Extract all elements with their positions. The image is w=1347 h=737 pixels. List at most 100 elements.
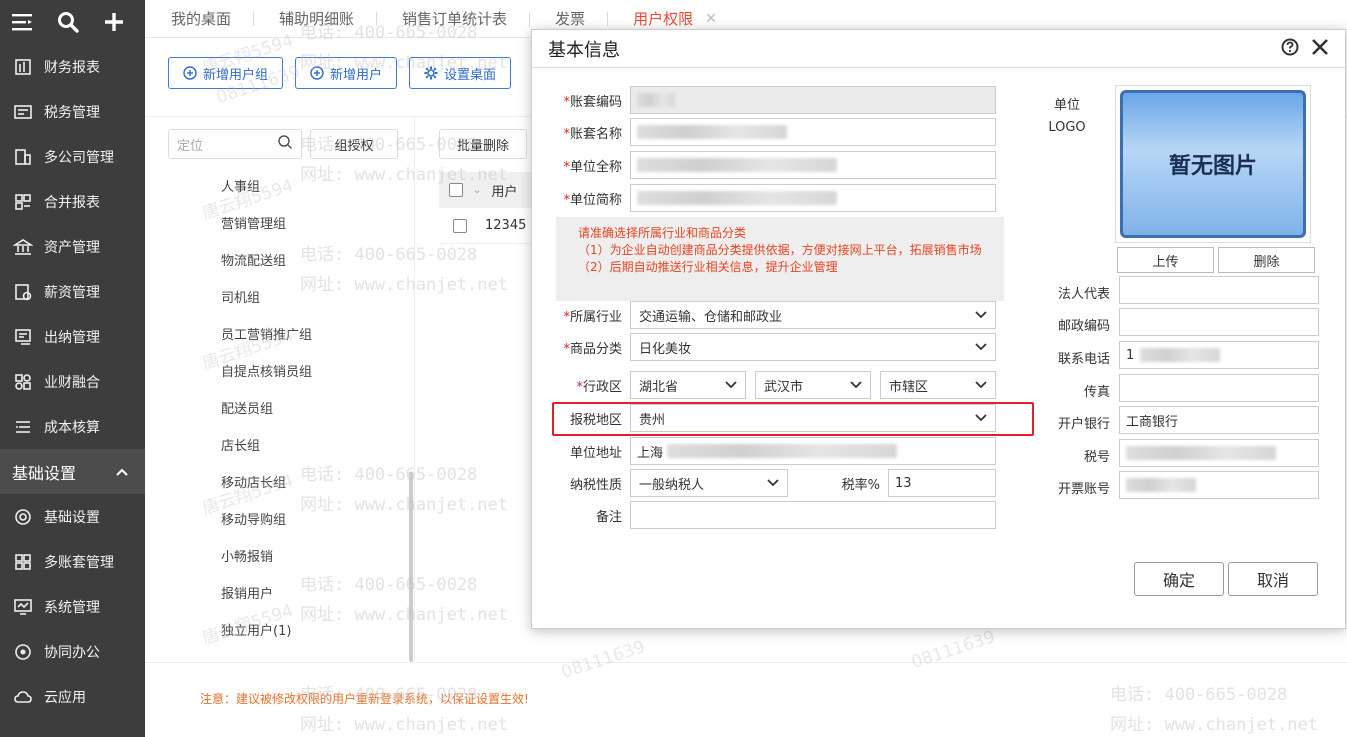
- sidebar: 财务报表 税务管理 多公司管理 合并报表资产管理薪资管理出纳管理业财融合 成本核算 基础…: [0, 0, 145, 737]
- group-list-item[interactable]: 员工营销推广组: [221, 315, 312, 352]
- postal-code-input[interactable]: [1119, 308, 1319, 336]
- tab-desktop[interactable]: 我的桌面: [145, 0, 253, 38]
- gear-icon: [424, 66, 438, 80]
- scrollbar[interactable]: [409, 472, 413, 662]
- province-select[interactable]: 湖北省: [630, 371, 746, 399]
- chevron-up-icon: [115, 462, 129, 481]
- monitor-icon: [12, 596, 34, 618]
- group-list-item[interactable]: 物流配送组: [221, 241, 312, 278]
- group-list-item[interactable]: 独立用户(1): [221, 611, 312, 648]
- tax-region-select[interactable]: 贵州: [630, 404, 996, 432]
- fusion-icon: [12, 371, 34, 393]
- sidebar-item[interactable]: 资产管理: [0, 224, 145, 269]
- address-input[interactable]: 上海: [630, 437, 996, 465]
- search-icon[interactable]: [56, 10, 80, 34]
- row-checkbox[interactable]: [453, 218, 467, 233]
- sidebar-item[interactable]: 云应用: [0, 674, 145, 719]
- category-select[interactable]: 日化美妆: [630, 333, 996, 361]
- district-select[interactable]: 市辖区: [880, 371, 996, 399]
- remark-input[interactable]: [630, 501, 996, 529]
- confirm-button[interactable]: 确定: [1134, 562, 1224, 596]
- group-auth-button[interactable]: 组授权: [310, 129, 398, 159]
- group-list-item[interactable]: 小畅报销: [221, 537, 312, 574]
- plus-icon[interactable]: [102, 10, 126, 34]
- search-icon[interactable]: [277, 134, 293, 154]
- tab-aux-ledger[interactable]: 辅助明细账: [253, 0, 376, 38]
- company-short-name-input[interactable]: [630, 184, 996, 212]
- sidebar-item[interactable]: 业财融合: [0, 359, 145, 404]
- select-all-checkbox[interactable]: [449, 183, 463, 197]
- delete-logo-button[interactable]: 删除: [1218, 247, 1315, 273]
- sidebar-item-label: 多账套管理: [44, 554, 114, 571]
- sidebar-menu: 财务报表 税务管理 多公司管理 合并报表资产管理薪资管理出纳管理业财融合 成本核算: [0, 44, 145, 449]
- city-select[interactable]: 武汉市: [755, 371, 871, 399]
- hint-line: （1）为企业自动创建商品分类提供依据，方便对接网上平台，拓展销售市场: [578, 243, 982, 257]
- sidebar-item[interactable]: 薪资管理: [0, 269, 145, 314]
- user-group-panel: 定位 组授权 人事组 营销管理组 物流配送组 司机组 员工营销推广组 自提点核销员组 配送员…: [145, 116, 415, 662]
- sidebar-item[interactable]: 协同办公: [0, 629, 145, 674]
- legal-rep-input[interactable]: [1119, 276, 1319, 304]
- cashier-icon: [12, 326, 34, 348]
- cloud-icon: [12, 686, 34, 708]
- sidebar-item[interactable]: 成本核算: [0, 404, 145, 449]
- chevron-down-icon[interactable]: ⌄: [473, 185, 481, 196]
- column-header-user: 用户: [491, 184, 518, 200]
- bank-input[interactable]: 工商银行: [1119, 406, 1319, 434]
- sidebar-item[interactable]: 财务报表: [0, 44, 145, 89]
- field-label: *商品分类: [563, 341, 622, 357]
- invoice-account-input[interactable]: [1119, 471, 1319, 499]
- tax-number-label: 税号: [1083, 450, 1110, 465]
- sidebar-item-label: 资产管理: [44, 239, 100, 256]
- sidebar-section-basic[interactable]: 基础设置: [0, 449, 145, 494]
- sidebar-item[interactable]: 多公司管理: [0, 134, 145, 179]
- add-user-group-button[interactable]: 新增用户组: [168, 57, 284, 89]
- group-list-item[interactable]: 司机组: [221, 278, 312, 315]
- group-list-item[interactable]: 移动店长组: [221, 463, 312, 500]
- group-list-item[interactable]: 报销用户: [221, 574, 312, 611]
- chevron-down-icon: [975, 378, 987, 393]
- sidebar-item-label: 出纳管理: [44, 329, 100, 346]
- phone-input[interactable]: 1: [1119, 341, 1319, 369]
- watermark-site: 网址: www.chanjet.net: [300, 715, 508, 735]
- account-code-input[interactable]: [630, 86, 996, 114]
- input-value: 1: [1126, 347, 1135, 363]
- tax-rate-label: 税率%: [841, 477, 880, 493]
- account-name-input[interactable]: [630, 118, 996, 146]
- tax-number-input[interactable]: [1119, 439, 1319, 467]
- tab-label: 辅助明细账: [279, 10, 355, 28]
- group-list-item[interactable]: 移动导购组: [221, 500, 312, 537]
- tax-rate-input[interactable]: 13: [888, 469, 996, 497]
- help-icon[interactable]: [1281, 38, 1299, 60]
- basic-info-dialog: 基本信息 *账套编码 *账套名称 *单位全称 *单位简称 请准确选择所属行业和商…: [531, 29, 1346, 629]
- dialog-header: 基本信息: [532, 30, 1345, 68]
- logo-label-logo: LOGO: [1048, 120, 1086, 135]
- set-desktop-button[interactable]: 设置桌面: [409, 57, 512, 89]
- field-account-code: *账套编码: [562, 86, 996, 114]
- group-list-item[interactable]: 自提点核销员组: [221, 352, 312, 389]
- batch-delete-button[interactable]: 批量删除: [439, 129, 527, 159]
- taxpayer-type-select[interactable]: 一般纳税人: [630, 469, 788, 497]
- dialog-header-icons: [1281, 38, 1329, 60]
- close-icon[interactable]: ✕: [705, 11, 717, 27]
- settings-icon: [12, 506, 34, 528]
- industry-select[interactable]: 交通运输、仓储和邮政业: [630, 301, 996, 329]
- fax-input[interactable]: [1119, 374, 1319, 402]
- cancel-button[interactable]: 取消: [1228, 562, 1318, 596]
- sidebar-item[interactable]: 税务管理: [0, 89, 145, 134]
- tab-sales-order-stats[interactable]: 销售订单统计表: [376, 0, 529, 38]
- group-list-item[interactable]: 营销管理组: [221, 204, 312, 241]
- group-list-item[interactable]: 店长组: [221, 426, 312, 463]
- sidebar-item[interactable]: 多账套管理: [0, 539, 145, 584]
- sidebar-item[interactable]: 合并报表: [0, 179, 145, 224]
- upload-button[interactable]: 上传: [1117, 247, 1214, 273]
- sidebar-item[interactable]: 出纳管理: [0, 314, 145, 359]
- group-list-item[interactable]: 配送员组: [221, 389, 312, 426]
- locate-search-input[interactable]: 定位: [168, 129, 302, 159]
- group-list-item[interactable]: 人事组: [221, 167, 312, 204]
- menu-icon[interactable]: [10, 10, 34, 34]
- add-user-button[interactable]: 新增用户: [295, 57, 398, 89]
- company-full-name-input[interactable]: [630, 151, 996, 179]
- sidebar-item[interactable]: 系统管理: [0, 584, 145, 629]
- sidebar-item[interactable]: 基础设置: [0, 494, 145, 539]
- close-icon[interactable]: [1311, 38, 1329, 60]
